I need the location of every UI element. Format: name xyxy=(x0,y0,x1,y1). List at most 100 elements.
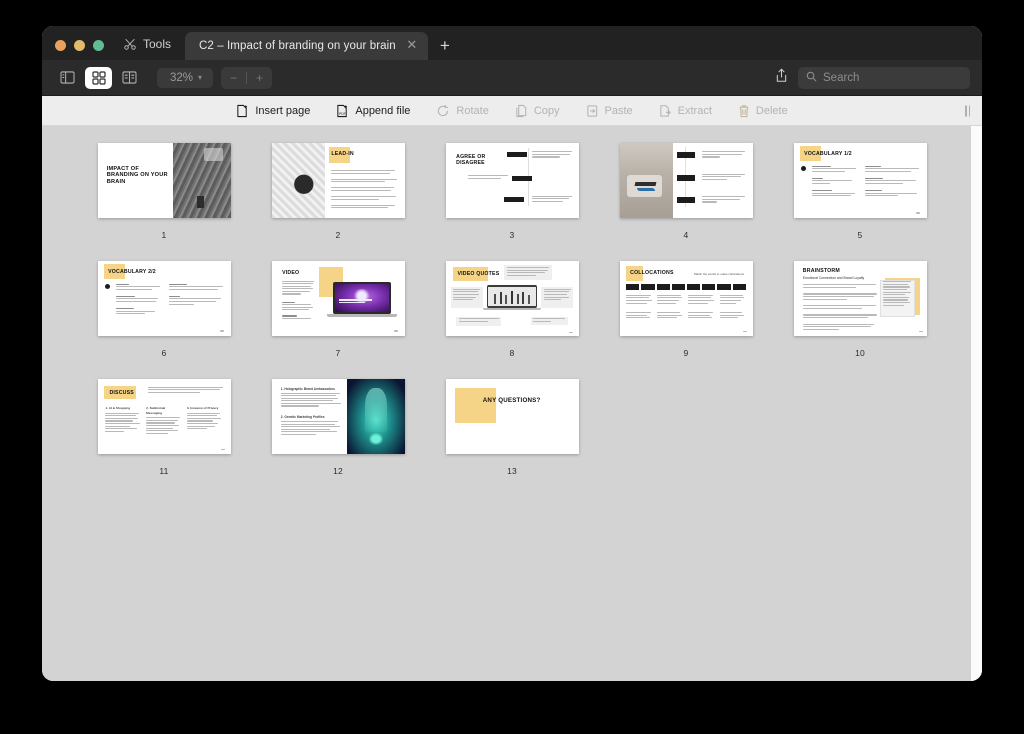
page-cell[interactable]: COLLOCATIONS Match the words to make col… xyxy=(599,256,773,374)
page-cell[interactable]: ANY QUESTIONS? 13 xyxy=(425,374,599,492)
slide-title: VIDEO QUOTES xyxy=(457,270,500,277)
page-thumbnail-7[interactable]: VIDEO xyxy=(271,256,405,341)
slide-canvas: AGREE OR DISAGREE xyxy=(445,143,579,218)
grid-view-icon[interactable] xyxy=(85,66,112,89)
delete-button[interactable]: Delete xyxy=(738,104,788,118)
insert-page-icon xyxy=(236,104,249,118)
slide-title: BRAINSTORM xyxy=(802,267,840,274)
pdf-editor-window: Tools C2 – Impact of branding on your br… xyxy=(42,26,982,681)
zoom-stepper: − + xyxy=(221,66,273,89)
page-thumbnail-12[interactable]: 1. Holographic Brand Ambassadors 2. Gene… xyxy=(271,374,405,459)
page-thumbnail-8[interactable]: VIDEO QUOTES xyxy=(445,256,579,341)
trash-icon xyxy=(738,104,750,118)
zoom-window-button[interactable] xyxy=(93,40,104,51)
page-cell[interactable]: VOCABULARY 2/2 6 xyxy=(77,256,251,374)
page-thumbnail-10[interactable]: BRAINSTORM Emotional Connection and Bran… xyxy=(793,256,927,341)
slide-title: AGREE OR DISAGREE xyxy=(456,153,486,167)
page-number: 6 xyxy=(161,348,167,358)
slide-canvas: BRAINSTORM Emotional Connection and Bran… xyxy=(793,261,927,336)
window-controls xyxy=(42,40,117,60)
slide-canvas: IMPACT OF BRANDING ON YOUR BRAIN xyxy=(97,143,231,218)
column-heading: 2. Genetic Marketing Profiles xyxy=(280,415,325,419)
page-thumbnail-3[interactable]: AGREE OR DISAGREE xyxy=(445,138,579,223)
zoom-level-dropdown[interactable]: 32% ▾ xyxy=(157,67,213,88)
paste-button[interactable]: Paste xyxy=(586,104,633,118)
page-cell[interactable]: VOCABULARY 1/2 5 xyxy=(773,138,947,256)
slide-title: LEAD-IN xyxy=(331,151,354,158)
append-file-label: Append file xyxy=(355,104,411,117)
svg-text:PDF: PDF xyxy=(339,111,346,115)
append-file-icon: PDF xyxy=(336,104,349,118)
append-file-button[interactable]: PDF Append file xyxy=(336,104,410,118)
slide-canvas: VOCABULARY 2/2 xyxy=(97,261,231,336)
page-number: 10 xyxy=(855,348,865,358)
chevron-down-icon: ▾ xyxy=(198,73,203,82)
page-thumbnail-1[interactable]: IMPACT OF BRANDING ON YOUR BRAIN xyxy=(97,138,231,223)
slide-title: VIDEO xyxy=(282,270,300,276)
page-thumbnail-11[interactable]: DISCUSS 1. AI & Shopping 2. Subliminal M… xyxy=(97,374,231,459)
share-button[interactable] xyxy=(765,68,798,88)
tools-button[interactable]: Tools xyxy=(117,37,185,60)
search-input[interactable]: Search xyxy=(798,66,970,89)
copy-label: Copy xyxy=(533,104,560,117)
slide-canvas: VIDEO QUOTES xyxy=(445,261,579,336)
page-cell[interactable]: DISCUSS 1. AI & Shopping 2. Subliminal M… xyxy=(77,374,251,492)
tools-scissors-icon xyxy=(123,37,137,51)
panel-resize-handle[interactable] xyxy=(965,105,970,116)
split-view-icon[interactable] xyxy=(116,67,143,89)
page-cell[interactable]: LEAD-IN 2 xyxy=(251,138,425,256)
page-cell[interactable]: VIDEO 7 xyxy=(251,256,425,374)
main-toolbar: 32% ▾ − + Search xyxy=(42,60,982,96)
extract-label: Extract xyxy=(677,104,712,117)
page-number: 9 xyxy=(683,348,689,358)
slide-title: VOCABULARY 2/2 xyxy=(108,269,156,276)
slide-subtitle: Match the words to make collocations xyxy=(693,271,744,276)
page-cell[interactable]: 4 xyxy=(599,138,773,256)
page-thumbnail-4[interactable] xyxy=(619,138,753,223)
slide-canvas: 1. Holographic Brand Ambassadors 2. Gene… xyxy=(271,379,405,454)
page-number: 7 xyxy=(335,348,341,358)
slide-title: COLLOCATIONS xyxy=(630,270,674,276)
extract-icon xyxy=(659,104,672,118)
page-number: 11 xyxy=(159,466,169,476)
page-cell[interactable]: AGREE OR DISAGREE 3 xyxy=(425,138,599,256)
page-cell[interactable]: IMPACT OF BRANDING ON YOUR BRAIN 1 xyxy=(77,138,251,256)
page-cell[interactable]: VIDEO QUOTES 8 xyxy=(425,256,599,374)
page-number: 8 xyxy=(509,348,515,358)
page-thumbnail-2[interactable]: LEAD-IN xyxy=(271,138,405,223)
page-thumbnail-6[interactable]: VOCABULARY 2/2 xyxy=(97,256,231,341)
copy-button[interactable]: Copy xyxy=(515,104,560,118)
page-number: 1 xyxy=(161,230,167,240)
close-icon[interactable]: ✕ xyxy=(404,38,420,54)
zoom-out-button[interactable]: − xyxy=(221,71,246,85)
plus-icon[interactable]: + xyxy=(428,32,462,60)
sidebar-view-icon[interactable] xyxy=(54,67,81,89)
minimize-window-button[interactable] xyxy=(74,40,85,51)
slide-title: IMPACT OF BRANDING ON YOUR BRAIN xyxy=(106,165,168,186)
slide-canvas: ANY QUESTIONS? xyxy=(445,379,579,454)
thumbnail-canvas: IMPACT OF BRANDING ON YOUR BRAIN 1 LEAD-… xyxy=(42,126,982,681)
vertical-scrollbar[interactable] xyxy=(971,126,982,681)
copy-icon xyxy=(515,104,528,118)
slide-subtitle: Emotional Connection and Brand Loyalty xyxy=(802,276,865,280)
insert-page-button[interactable]: Insert page xyxy=(236,104,310,118)
paste-label: Paste xyxy=(604,104,633,117)
page-thumbnail-9[interactable]: COLLOCATIONS Match the words to make col… xyxy=(619,256,753,341)
tools-label: Tools xyxy=(143,37,172,51)
extract-button[interactable]: Extract xyxy=(659,104,712,118)
page-action-bar: Insert page PDF Append file Rotate Copy … xyxy=(42,96,982,126)
slide-title: ANY QUESTIONS? xyxy=(482,397,541,404)
page-cell[interactable]: BRAINSTORM Emotional Connection and Bran… xyxy=(773,256,947,374)
close-window-button[interactable] xyxy=(55,40,66,51)
slide-canvas: DISCUSS 1. AI & Shopping 2. Subliminal M… xyxy=(97,379,231,454)
document-tab[interactable]: C2 – Impact of branding on your brain ✕ xyxy=(185,32,428,60)
rotate-button[interactable]: Rotate xyxy=(436,104,489,118)
page-thumbnail-13[interactable]: ANY QUESTIONS? xyxy=(445,374,579,459)
slide-canvas: LEAD-IN xyxy=(271,143,405,218)
search-placeholder: Search xyxy=(823,71,860,84)
page-thumbnail-5[interactable]: VOCABULARY 1/2 xyxy=(793,138,927,223)
search-icon xyxy=(806,71,817,85)
slide-canvas: VOCABULARY 1/2 xyxy=(793,143,927,218)
page-cell[interactable]: 1. Holographic Brand Ambassadors 2. Gene… xyxy=(251,374,425,492)
zoom-in-button[interactable]: + xyxy=(247,71,272,85)
